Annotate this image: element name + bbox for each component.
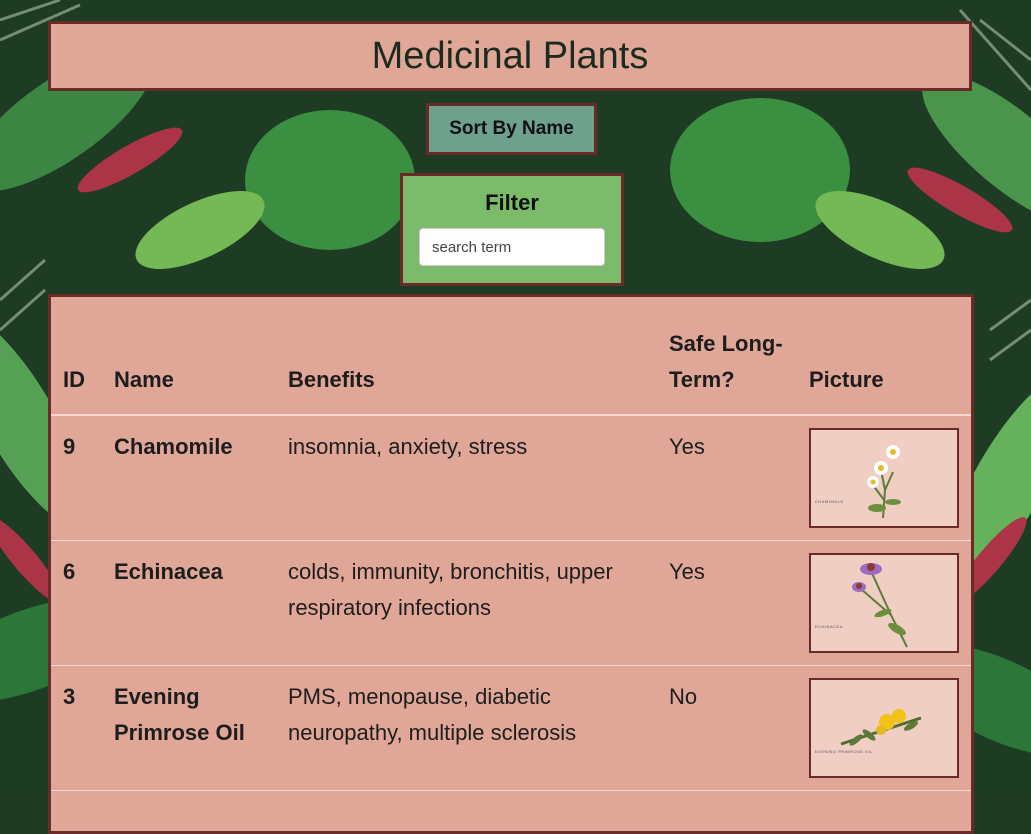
cell-name: Echinacea: [102, 540, 276, 666]
chamomile-picture: CHAMOMILE: [809, 428, 959, 528]
table-row: 9 Chamomile insomnia, anxiety, stress Ye…: [51, 415, 971, 541]
cell-safe: No: [657, 665, 797, 791]
filter-label: Filter: [485, 190, 539, 215]
cell-name: Chamomile: [102, 415, 276, 541]
cell-benefits: colds, immunity, bronchitis, upper respi…: [276, 540, 657, 666]
filter-panel: Filter: [400, 173, 624, 286]
cell-id: 6: [51, 540, 102, 666]
cell-benefits: insomnia, anxiety, stress: [276, 415, 657, 541]
picture-caption: EVENING PRIMROSE OIL: [815, 749, 874, 754]
picture-caption: ECHINACEA: [815, 624, 843, 629]
echinacea-picture: ECHINACEA: [809, 553, 959, 653]
page-title-banner: Medicinal Plants: [48, 21, 972, 91]
header-benefits: Benefits: [276, 297, 657, 416]
header-name: Name: [102, 297, 276, 416]
page-title: Medicinal Plants: [371, 34, 649, 77]
header-safe-long-term: Safe Long-Term?: [657, 297, 797, 416]
picture-caption: CHAMOMILE: [815, 499, 844, 504]
plants-table: ID Name Benefits Safe Long-Term? Picture…: [51, 297, 971, 791]
evening-primrose-picture: EVENING PRIMROSE OIL: [809, 678, 959, 778]
table-row: 3 Evening Primrose Oil PMS, menopause, d…: [51, 665, 971, 791]
filter-search-input[interactable]: [419, 228, 605, 266]
cell-id: 3: [51, 665, 102, 791]
table-row: 6 Echinacea colds, immunity, bronchitis,…: [51, 540, 971, 666]
sort-by-name-button[interactable]: Sort By Name: [426, 103, 597, 155]
cell-picture: ECHINACEA: [797, 540, 971, 666]
cell-picture: EVENING PRIMROSE OIL: [797, 665, 971, 791]
cell-picture: CHAMOMILE: [797, 415, 971, 541]
plants-table-panel: ID Name Benefits Safe Long-Term? Picture…: [48, 294, 974, 834]
cell-benefits: PMS, menopause, diabetic neuropathy, mul…: [276, 665, 657, 791]
cell-name: Evening Primrose Oil: [102, 665, 276, 791]
header-id: ID: [51, 297, 102, 416]
header-picture: Picture: [797, 297, 971, 416]
cell-safe: Yes: [657, 415, 797, 541]
cell-id: 9: [51, 415, 102, 541]
cell-safe: Yes: [657, 540, 797, 666]
table-header-row: ID Name Benefits Safe Long-Term? Picture: [51, 297, 971, 416]
